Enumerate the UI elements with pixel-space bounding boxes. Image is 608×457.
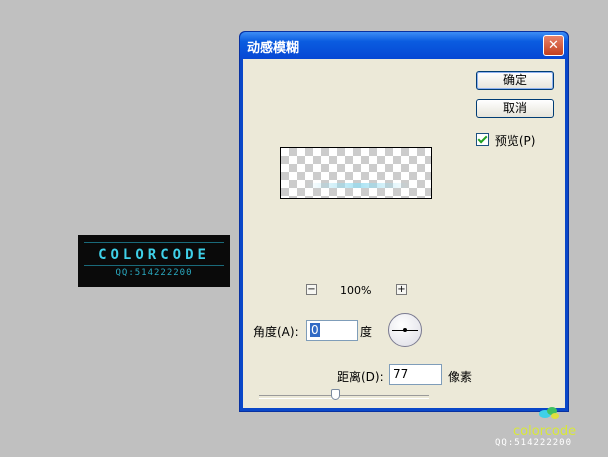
angle-unit: 度	[360, 325, 373, 339]
watermark-logo-icon	[539, 407, 559, 419]
close-button[interactable]: ✕	[543, 35, 564, 56]
plus-icon: +	[397, 284, 406, 295]
angle-input[interactable]: 0	[306, 320, 358, 341]
dialog-client: 确定 取消 预览(P) − 100% + 角度(A): 0 度 距离(D): 7…	[243, 59, 565, 408]
ok-button[interactable]: 确定	[476, 71, 554, 90]
logo-divider-mid	[84, 265, 224, 266]
title-bar[interactable]: 动感模糊 ✕	[240, 32, 568, 59]
zoom-out-button[interactable]: −	[306, 284, 317, 295]
distance-value: 77	[393, 367, 409, 381]
blur-streak	[307, 183, 411, 188]
motion-blur-dialog: 动感模糊 ✕ 确定 取消 预览(P) − 100% + 角度(A): 0 度 距…	[239, 31, 569, 412]
preview-checkbox[interactable]	[476, 133, 489, 146]
watermark-main: colorcode	[513, 424, 577, 439]
angle-value: 0	[310, 323, 320, 337]
preview-label: 预览(P)	[494, 134, 536, 148]
watermark: colorcode QQ:514222200	[495, 404, 605, 452]
colorcode-logo: COLORCODE QQ:514222200	[78, 235, 230, 287]
angle-label: 角度(A):	[253, 325, 299, 339]
preview-checkbox-row[interactable]: 预览(P)	[476, 132, 535, 148]
angle-dial[interactable]	[388, 313, 422, 347]
minus-icon: −	[307, 284, 316, 295]
dialog-title: 动感模糊	[247, 41, 300, 56]
preview-canvas[interactable]	[280, 147, 432, 199]
close-icon: ✕	[548, 38, 559, 53]
watermark-sub: QQ:514222200	[495, 438, 573, 448]
logo-sub-text: QQ:514222200	[115, 268, 193, 278]
zoom-in-button[interactable]: +	[396, 284, 407, 295]
logo-divider-top	[84, 242, 224, 243]
distance-slider-track[interactable]	[259, 395, 429, 399]
distance-unit: 像素	[448, 370, 473, 384]
logo-main-text: COLORCODE	[98, 247, 210, 263]
distance-input[interactable]: 77	[389, 364, 442, 385]
angle-dial-center	[403, 328, 407, 332]
cancel-button[interactable]: 取消	[476, 99, 554, 118]
distance-label: 距离(D):	[337, 370, 384, 384]
zoom-level: 100%	[340, 284, 372, 297]
